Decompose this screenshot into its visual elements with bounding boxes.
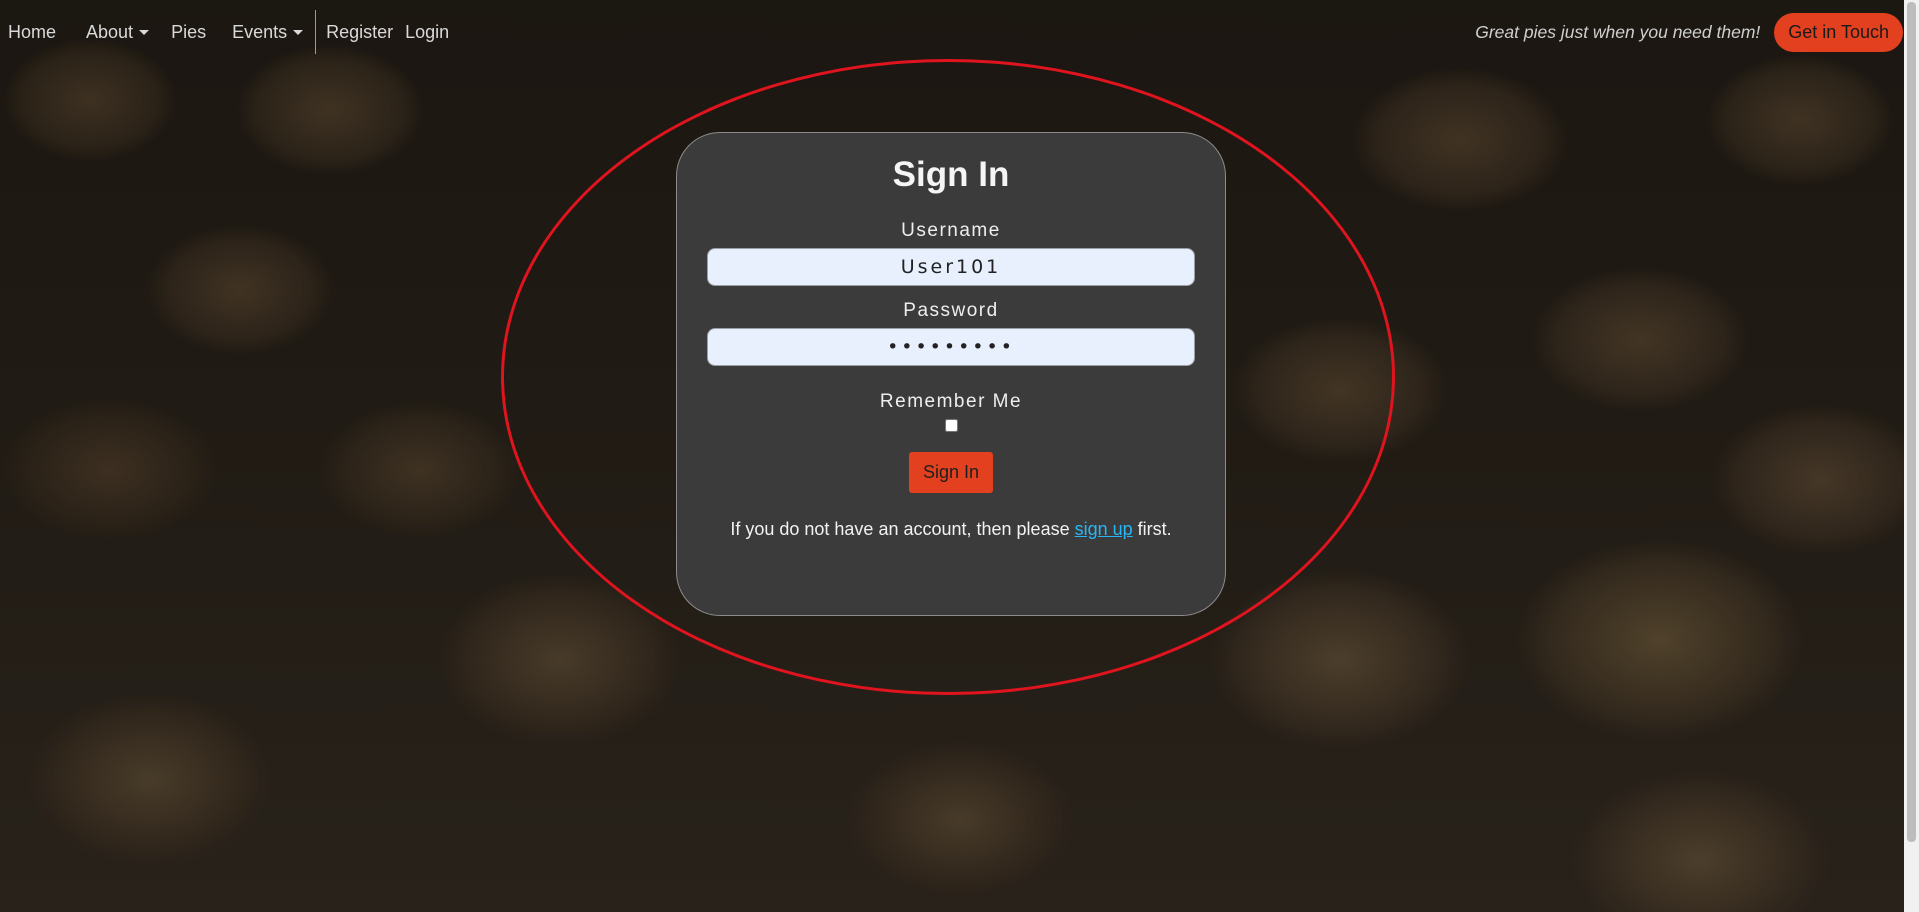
nav-login[interactable]: Login [401,22,457,43]
nav-about-dropdown[interactable]: About [64,22,157,43]
nav-pies-label: Pies [171,21,207,42]
chevron-down-icon [139,29,150,35]
nav-about-label: About [86,21,134,42]
sign-in-button[interactable]: Sign In [908,452,994,493]
sign-up-link[interactable]: sign up [1075,519,1133,539]
nav-pies[interactable]: Pies [157,22,214,43]
password-input[interactable] [707,328,1195,366]
nav-register-label: Register [326,21,394,42]
sign-in-card: Sign In Username Password Remember Me Si… [676,132,1226,616]
signup-note: If you do not have an account, then plea… [677,519,1225,540]
nav-divider [315,10,317,54]
vertical-scrollbar[interactable] [1904,0,1919,912]
password-label: Password [903,300,999,321]
get-in-touch-button[interactable]: Get in Touch [1774,12,1903,52]
nav-home[interactable]: Home [0,22,64,43]
signup-note-before: If you do not have an account, then plea… [730,519,1075,539]
remember-me-label: Remember Me [879,391,1023,412]
username-label: Username [901,220,1001,241]
scrollbar-thumb[interactable] [1907,2,1916,842]
main-nav: Home About Pies Events Register Login [0,10,457,54]
remember-me-checkbox[interactable] [944,419,958,432]
nav-login-label: Login [405,21,450,42]
nav-events-dropdown[interactable]: Events [214,22,311,43]
nav-home-label: Home [8,21,57,42]
signup-note-after: first. [1132,519,1172,539]
chevron-down-icon [293,29,304,35]
nav-register[interactable]: Register [320,22,401,43]
nav-right: Great pies just when you need them! Get … [1475,12,1903,52]
nav-events-label: Events [232,21,288,42]
username-input[interactable] [707,248,1195,286]
sign-in-title: Sign In [892,155,1010,194]
tagline: Great pies just when you need them! [1475,21,1761,42]
